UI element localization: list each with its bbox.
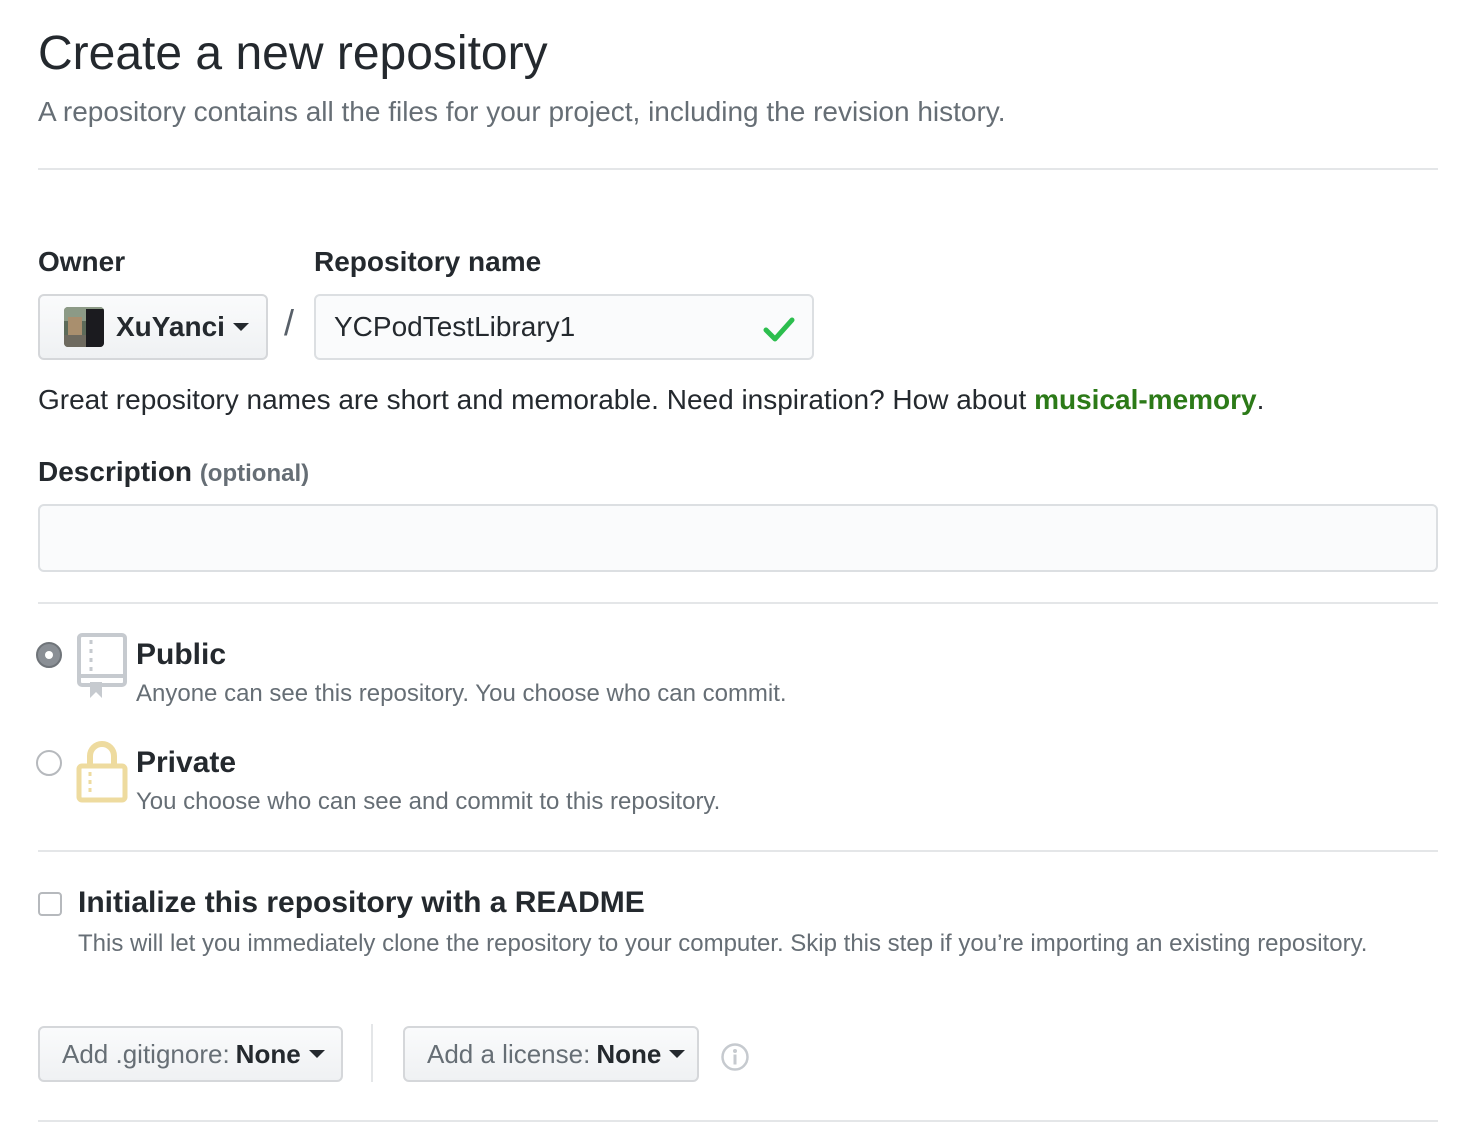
footer-divider: [38, 1120, 1438, 1122]
license-value: None: [596, 1038, 662, 1069]
repo-name-input[interactable]: [334, 311, 754, 343]
owner-label: Owner: [38, 246, 126, 277]
owner-select-button[interactable]: XuYanci: [38, 294, 268, 360]
lock-icon: [76, 741, 128, 803]
license-prefix: Add a license:: [427, 1038, 591, 1069]
private-radio[interactable]: [36, 750, 62, 776]
public-title: Public: [136, 638, 227, 671]
gitignore-value: None: [235, 1038, 301, 1069]
optional-tag: (optional): [199, 460, 310, 487]
repo-name-label: Repository name: [314, 246, 542, 277]
section-divider: [38, 850, 1438, 852]
public-desc: Anyone can see this repository. You choo…: [136, 680, 787, 707]
repo-name-field[interactable]: [314, 294, 814, 360]
owner-name: XuYanci: [116, 311, 225, 342]
caret-down-icon: [669, 1050, 686, 1058]
repo-name-hint: Great repository names are short and mem…: [38, 384, 1264, 416]
button-separator: [371, 1024, 373, 1082]
info-icon[interactable]: [720, 1042, 750, 1072]
hint-text: Great repository names are short and mem…: [38, 384, 1035, 415]
user-avatar: [64, 307, 104, 347]
caret-down-icon: [308, 1050, 325, 1058]
private-desc: You choose who can see and commit to thi…: [136, 788, 721, 815]
page-title: Create a new repository: [38, 27, 548, 80]
page-subtitle: A repository contains all the files for …: [38, 96, 1006, 127]
repo-book-icon: [77, 633, 127, 698]
owner-repo-separator: /: [284, 302, 295, 343]
description-input[interactable]: [40, 506, 1436, 570]
readme-desc: This will let you immediately clone the …: [78, 930, 1368, 957]
description-label: Description (optional): [38, 456, 309, 488]
description-field[interactable]: [38, 504, 1438, 572]
hint-suffix: .: [1256, 384, 1265, 415]
description-label-text: Description: [38, 456, 193, 487]
gitignore-select-button[interactable]: Add .gitignore: None: [38, 1026, 343, 1082]
section-divider: [38, 602, 1438, 604]
private-title: Private: [136, 746, 237, 779]
check-icon: [763, 317, 795, 342]
header-divider: [38, 168, 1438, 170]
name-suggestion-link[interactable]: musical-memory: [1034, 384, 1257, 415]
gitignore-prefix: Add .gitignore:: [62, 1038, 230, 1069]
caret-down-icon: [232, 323, 249, 331]
readme-checkbox[interactable]: [38, 892, 62, 916]
public-radio[interactable]: [36, 642, 62, 668]
readme-title: Initialize this repository with a README: [78, 886, 645, 919]
license-select-button[interactable]: Add a license: None: [403, 1026, 699, 1082]
